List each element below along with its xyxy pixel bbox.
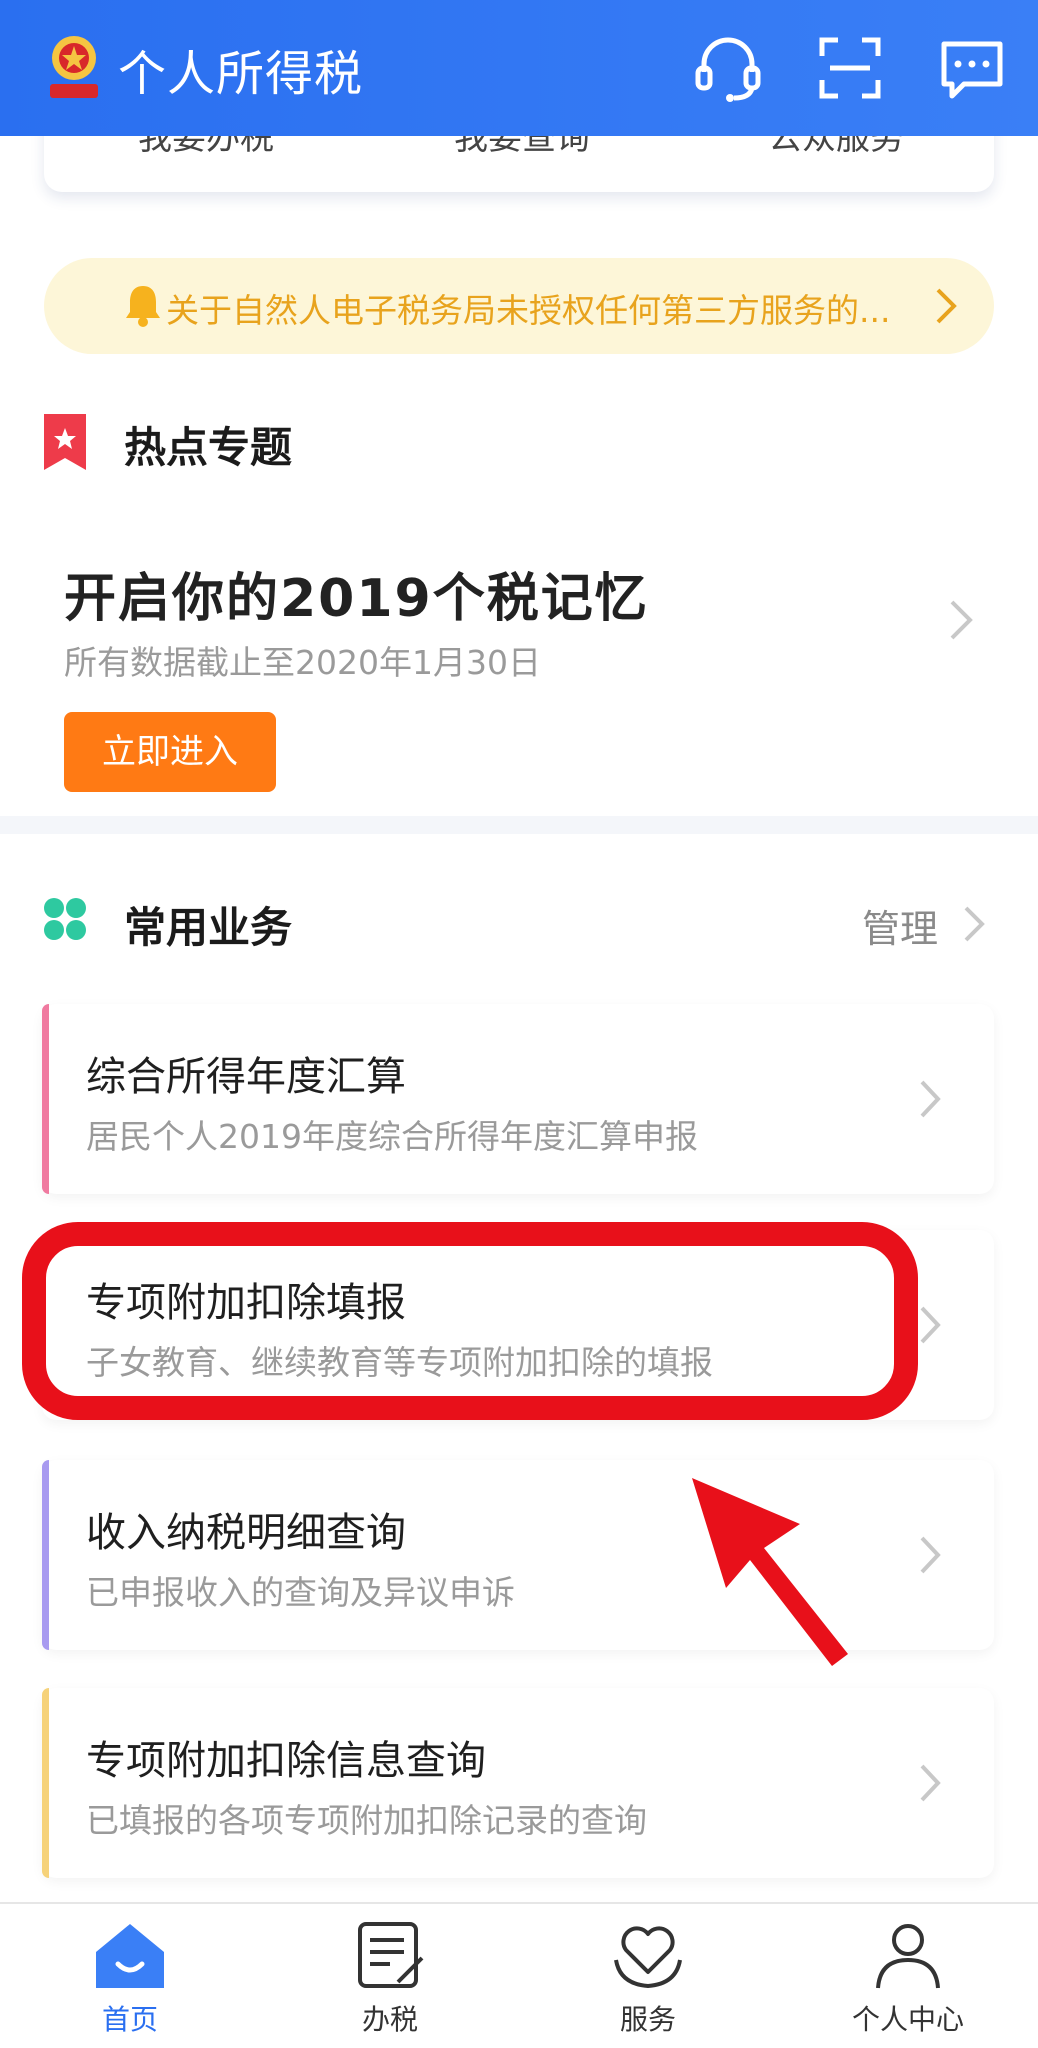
chevron-right-icon [920,1764,941,1802]
highlight-annotation [22,1222,918,1420]
item-title: 综合所得年度汇算 [86,1054,406,1100]
hot-topics-title: 热点专题 [124,423,293,472]
bookmark-star-icon [44,414,86,470]
chevron-right-icon[interactable] [948,598,974,642]
manage-link[interactable]: 管理 [862,898,938,953]
promo-subtitle: 所有数据截止至2020年1月30日 [64,643,541,682]
apps-grid-icon [44,898,86,940]
list-item-special-deduction-query[interactable]: 专项附加扣除信息查询 已填报的各项专项附加扣除记录的查询 [42,1688,994,1878]
tab-home[interactable]: 首页 [50,1920,210,2040]
tab-label: 首页 [101,2003,158,2036]
tax-emblem-icon [50,36,98,98]
bell-icon [126,286,160,327]
item-title: 收入纳税明细查询 [86,1510,406,1556]
chevron-right-icon [920,1080,941,1118]
chevron-right-icon [920,1536,941,1574]
promo-title[interactable]: 开启你的2019个税记忆 [64,556,649,631]
item-desc: 已申报收入的查询及异议申诉 [86,1573,515,1612]
app-header: 个人所得税 [0,0,1038,136]
tax-form-icon [358,1922,424,1988]
tab-tax[interactable]: 办税 [310,1920,470,2040]
message-icon[interactable] [934,30,1010,106]
customer-service-icon[interactable] [690,30,766,106]
item-desc: 已填报的各项专项附加扣除记录的查询 [86,1801,647,1840]
chevron-right-icon [936,288,957,324]
tab-personal-center[interactable]: 个人中心 [828,1920,988,2040]
app-title: 个人所得税 [118,46,364,102]
tab-label: 服务 [619,2003,676,2036]
chevron-right-icon [920,1306,941,1344]
item-accent [42,1460,49,1650]
item-title: 专项附加扣除信息查询 [86,1738,486,1784]
section-divider [0,816,1038,834]
tab-service[interactable]: 服务 [568,1920,728,2040]
home-icon [96,1924,164,1988]
item-accent [42,1688,49,1878]
scan-icon[interactable] [812,30,888,106]
service-heart-icon [614,1926,682,1989]
enter-now-button[interactable]: 立即进入 [64,712,276,792]
item-desc: 居民个人2019年度综合所得年度汇算申报 [86,1117,698,1156]
notice-text: 关于自然人电子税务局未授权任何第三方服务的... [166,291,891,330]
tab-label: 个人中心 [851,2003,964,2036]
chevron-right-icon[interactable] [962,904,986,944]
bottom-tab-bar: 首页 办税 服务 个人中心 [0,1902,1038,2048]
user-icon [876,1924,940,1989]
item-accent [42,1004,49,1194]
notice-banner[interactable]: 关于自然人电子税务局未授权任何第三方服务的... [44,258,994,354]
tab-label: 办税 [361,2003,418,2036]
list-item-annual-settlement[interactable]: 综合所得年度汇算 居民个人2019年度综合所得年度汇算申报 [42,1004,994,1194]
common-business-title: 常用业务 [124,903,293,952]
red-arrow-annotation [692,1478,848,1666]
